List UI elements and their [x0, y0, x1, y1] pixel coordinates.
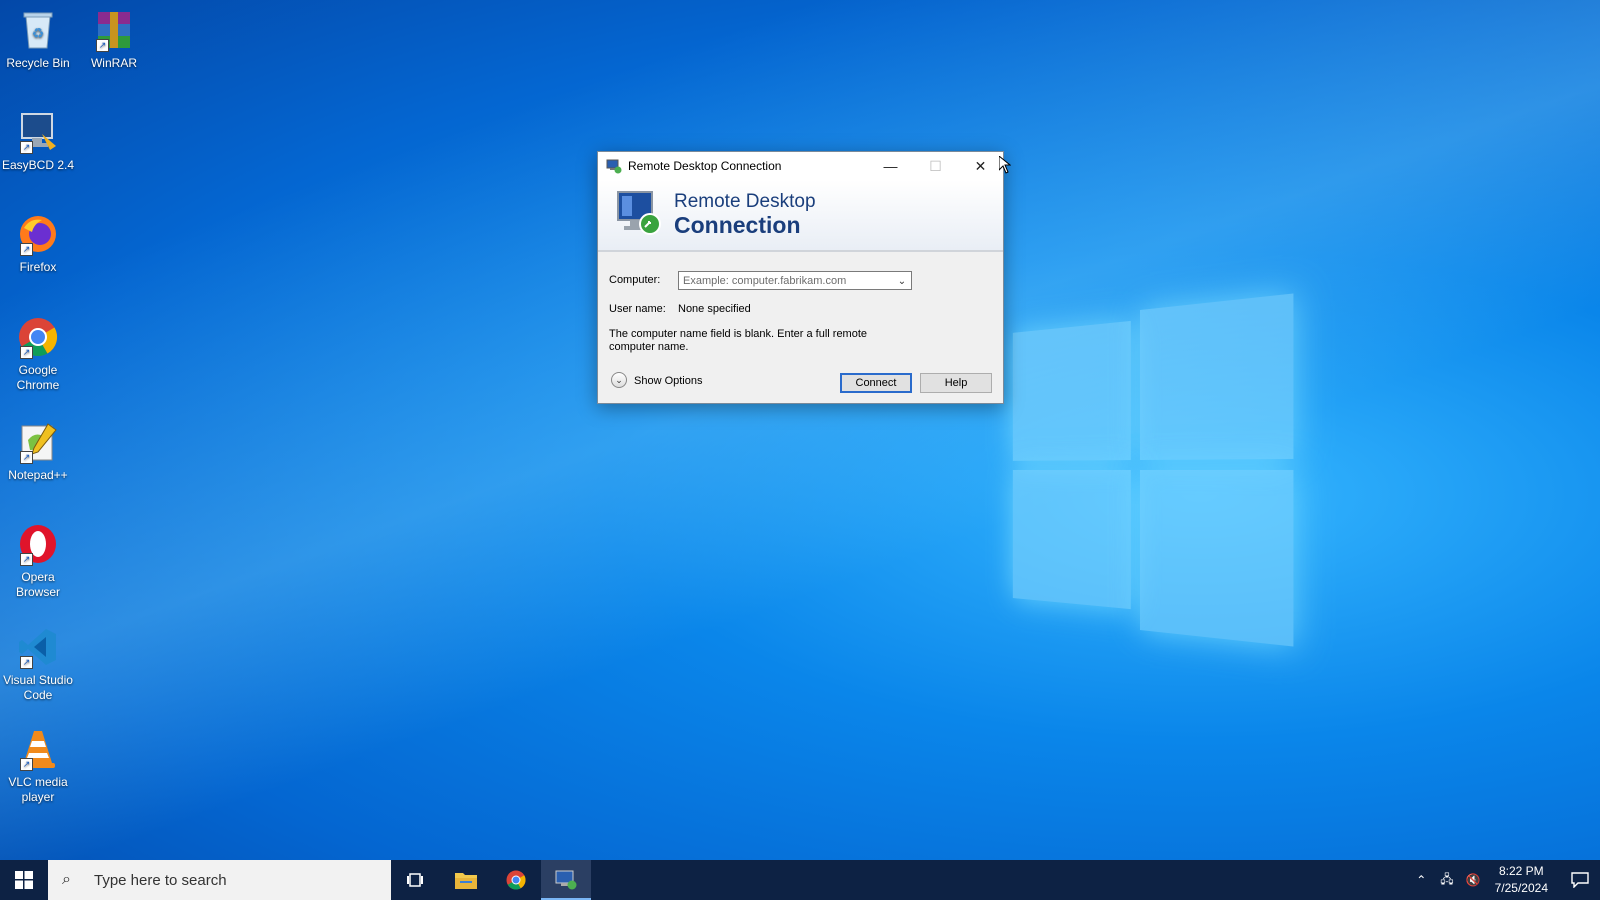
username-value: None specified — [678, 303, 751, 315]
windows-logo-wallpaper — [1012, 293, 1294, 647]
remote-desktop-icon — [606, 158, 622, 174]
winrar-icon: ↗ — [92, 8, 136, 52]
desktop-icon-recycle-bin[interactable]: ♻ Recycle Bin — [0, 8, 76, 71]
banner-title-line1: Remote Desktop — [674, 191, 816, 212]
folder-icon — [455, 873, 477, 889]
desktop-icon-winrar[interactable]: ↗ WinRAR — [76, 8, 152, 71]
desktop-icon-label: Recycle Bin — [6, 56, 70, 70]
desktop-icon-label: Firefox — [19, 260, 57, 274]
wallpaper-light-beam — [0, 0, 1600, 900]
task-view-button[interactable] — [391, 860, 441, 900]
desktop-icon-vscode[interactable]: ↗ Visual Studio Code — [0, 625, 76, 703]
notification-icon — [1571, 872, 1589, 888]
computer-label: Computer: — [609, 274, 661, 286]
dialog-title: Remote Desktop Connection — [628, 159, 782, 173]
volume-muted-icon[interactable]: 🔇 — [1466, 873, 1481, 887]
desktop-icon-easybcd[interactable]: ↗ EasyBCD 2.4 — [0, 110, 76, 173]
remote-desktop-icon — [555, 870, 577, 890]
taskbar-file-explorer[interactable] — [441, 860, 491, 900]
clock-date: 7/25/2024 — [1494, 881, 1548, 895]
notepadpp-icon: ↗ — [16, 420, 60, 464]
dialog-banner: Remote Desktop Connection — [598, 180, 1003, 252]
svg-text:♻: ♻ — [32, 25, 45, 41]
desktop-icon-google-chrome[interactable]: ↗ Google Chrome — [0, 315, 76, 393]
minimize-button[interactable]: — — [868, 152, 913, 180]
search-placeholder: Type here to search — [94, 871, 227, 889]
opera-icon: ↗ — [16, 522, 60, 566]
mouse-cursor-icon — [999, 156, 1011, 174]
show-options-icon[interactable]: ⌄ — [611, 372, 627, 388]
taskbar-search-box[interactable]: ⌕ Type here to search — [48, 860, 391, 900]
chrome-icon — [506, 870, 526, 890]
firefox-icon: ↗ — [16, 212, 60, 256]
computer-combobox[interactable]: Example: computer.fabrikam.com ⌄ — [678, 271, 912, 290]
chevron-down-icon[interactable]: ⌄ — [895, 272, 909, 289]
dialog-titlebar[interactable]: Remote Desktop Connection — ☐ ✕ — [598, 152, 1003, 180]
username-label: User name: — [609, 303, 666, 315]
connect-button[interactable]: Connect — [840, 373, 912, 393]
maximize-button[interactable]: ☐ — [913, 152, 958, 180]
show-options-link[interactable]: Show Options — [634, 375, 702, 387]
close-button[interactable]: ✕ — [958, 152, 1003, 180]
desktop-icon-vlc[interactable]: ↗ VLC media player — [0, 727, 76, 805]
search-icon: ⌕ — [62, 871, 71, 888]
banner-title-line2: Connection — [674, 212, 801, 238]
taskbar-remote-desktop[interactable] — [541, 860, 591, 900]
desktop-icon-notepadpp[interactable]: ↗ Notepad++ — [0, 420, 76, 483]
remote-desktop-dialog[interactable]: Remote Desktop Connection — ☐ ✕ Remote D… — [597, 151, 1004, 404]
remote-desktop-banner-icon — [614, 188, 664, 238]
desktop-icon-firefox[interactable]: ↗ Firefox — [0, 212, 76, 275]
vscode-icon: ↗ — [16, 625, 60, 669]
taskbar: ⌕ Type here to search ⌃ 🖧 🔇 8:22 PM 7/25… — [0, 860, 1600, 900]
chrome-icon: ↗ — [16, 315, 60, 359]
network-icon[interactable]: 🖧 — [1440, 870, 1453, 891]
desktop-icon-label: Google Chrome — [16, 363, 60, 392]
windows-start-icon — [15, 871, 33, 889]
desktop-icon-opera[interactable]: ↗ Opera Browser — [0, 522, 76, 600]
help-button[interactable]: Help — [920, 373, 992, 393]
start-button[interactable] — [0, 860, 48, 900]
system-tray: ⌃ 🖧 🔇 8:22 PM 7/25/2024 — [1408, 860, 1600, 900]
desktop-icon-label: Visual Studio Code — [3, 673, 73, 702]
computer-input[interactable]: Example: computer.fabrikam.com — [683, 275, 846, 287]
notification-center-button[interactable] — [1560, 860, 1600, 900]
task-view-icon — [407, 873, 423, 887]
clock-time: 8:22 PM — [1498, 864, 1544, 878]
desktop-icon-label: VLC media player — [8, 775, 68, 804]
blank-computer-message: The computer name field is blank. Enter … — [609, 328, 868, 353]
desktop-icon-label: Opera Browser — [15, 570, 60, 599]
recycle-bin-icon: ♻ — [16, 8, 60, 52]
desktop-icon-label: WinRAR — [90, 56, 137, 70]
chevron-up-icon[interactable]: ⌃ — [1416, 873, 1426, 887]
desktop-icon-label: Notepad++ — [8, 468, 68, 482]
desktop-icon-label: EasyBCD 2.4 — [1, 158, 75, 172]
vlc-icon: ↗ — [16, 727, 60, 771]
taskbar-google-chrome[interactable] — [491, 860, 541, 900]
taskbar-clock[interactable]: 8:22 PM 7/25/2024 — [1495, 863, 1548, 897]
easybcd-icon: ↗ — [16, 110, 60, 154]
